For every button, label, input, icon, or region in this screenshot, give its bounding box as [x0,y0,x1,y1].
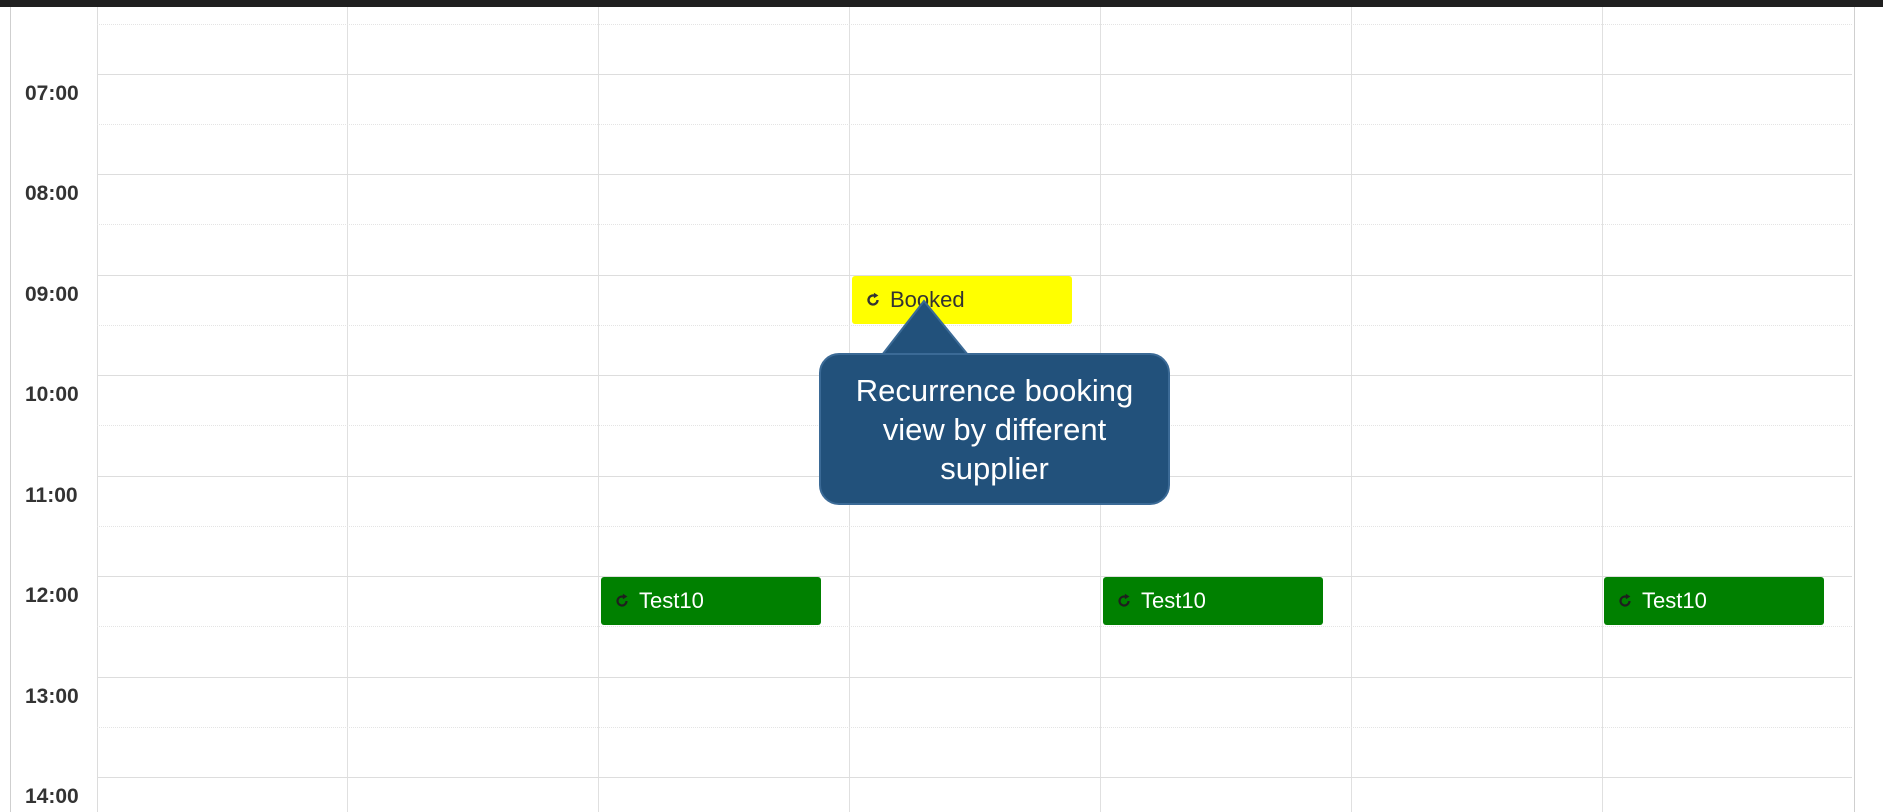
half-hour-line [97,224,1852,225]
time-label-1400: 14:00 [25,785,79,808]
time-label-0900: 09:00 [25,283,79,306]
callout-text: Recurrence booking view by different sup… [855,372,1134,486]
refresh-icon [1619,593,1631,607]
event-test10[interactable]: Test10 [601,577,821,625]
refresh-icon [616,593,628,607]
day-column-divider [1351,7,1352,812]
hour-line [97,174,1852,175]
event-label: Test10 [1141,588,1206,613]
annotation-callout: Recurrence booking view by different sup… [819,353,1170,505]
half-hour-line [97,727,1852,728]
event-label: Test10 [639,588,704,613]
hour-line [97,74,1852,75]
time-label-1300: 13:00 [25,685,79,708]
event-test10[interactable]: Test10 [1604,577,1824,625]
day-column-divider [1602,7,1603,812]
day-column-divider [598,7,599,812]
half-hour-line [97,24,1852,25]
time-label-1000: 10:00 [25,383,79,406]
time-label-0700: 07:00 [25,82,79,105]
time-label-1100: 11:00 [25,484,78,507]
time-label-1200: 12:00 [25,584,79,607]
time-gutter-divider [97,7,98,812]
day-column-divider [347,7,348,812]
event-test10[interactable]: Test10 [1103,577,1323,625]
window-top-bar [0,0,1883,7]
hour-line [97,777,1852,778]
hour-line [97,677,1852,678]
half-hour-line [97,124,1852,125]
half-hour-line [97,626,1852,627]
refresh-icon [1118,593,1130,607]
half-hour-line [97,325,1852,326]
time-label-0800: 08:00 [25,182,79,205]
hour-line [97,576,1852,577]
half-hour-line [97,526,1852,527]
callout-pointer [880,299,970,356]
event-label: Test10 [1642,588,1707,613]
